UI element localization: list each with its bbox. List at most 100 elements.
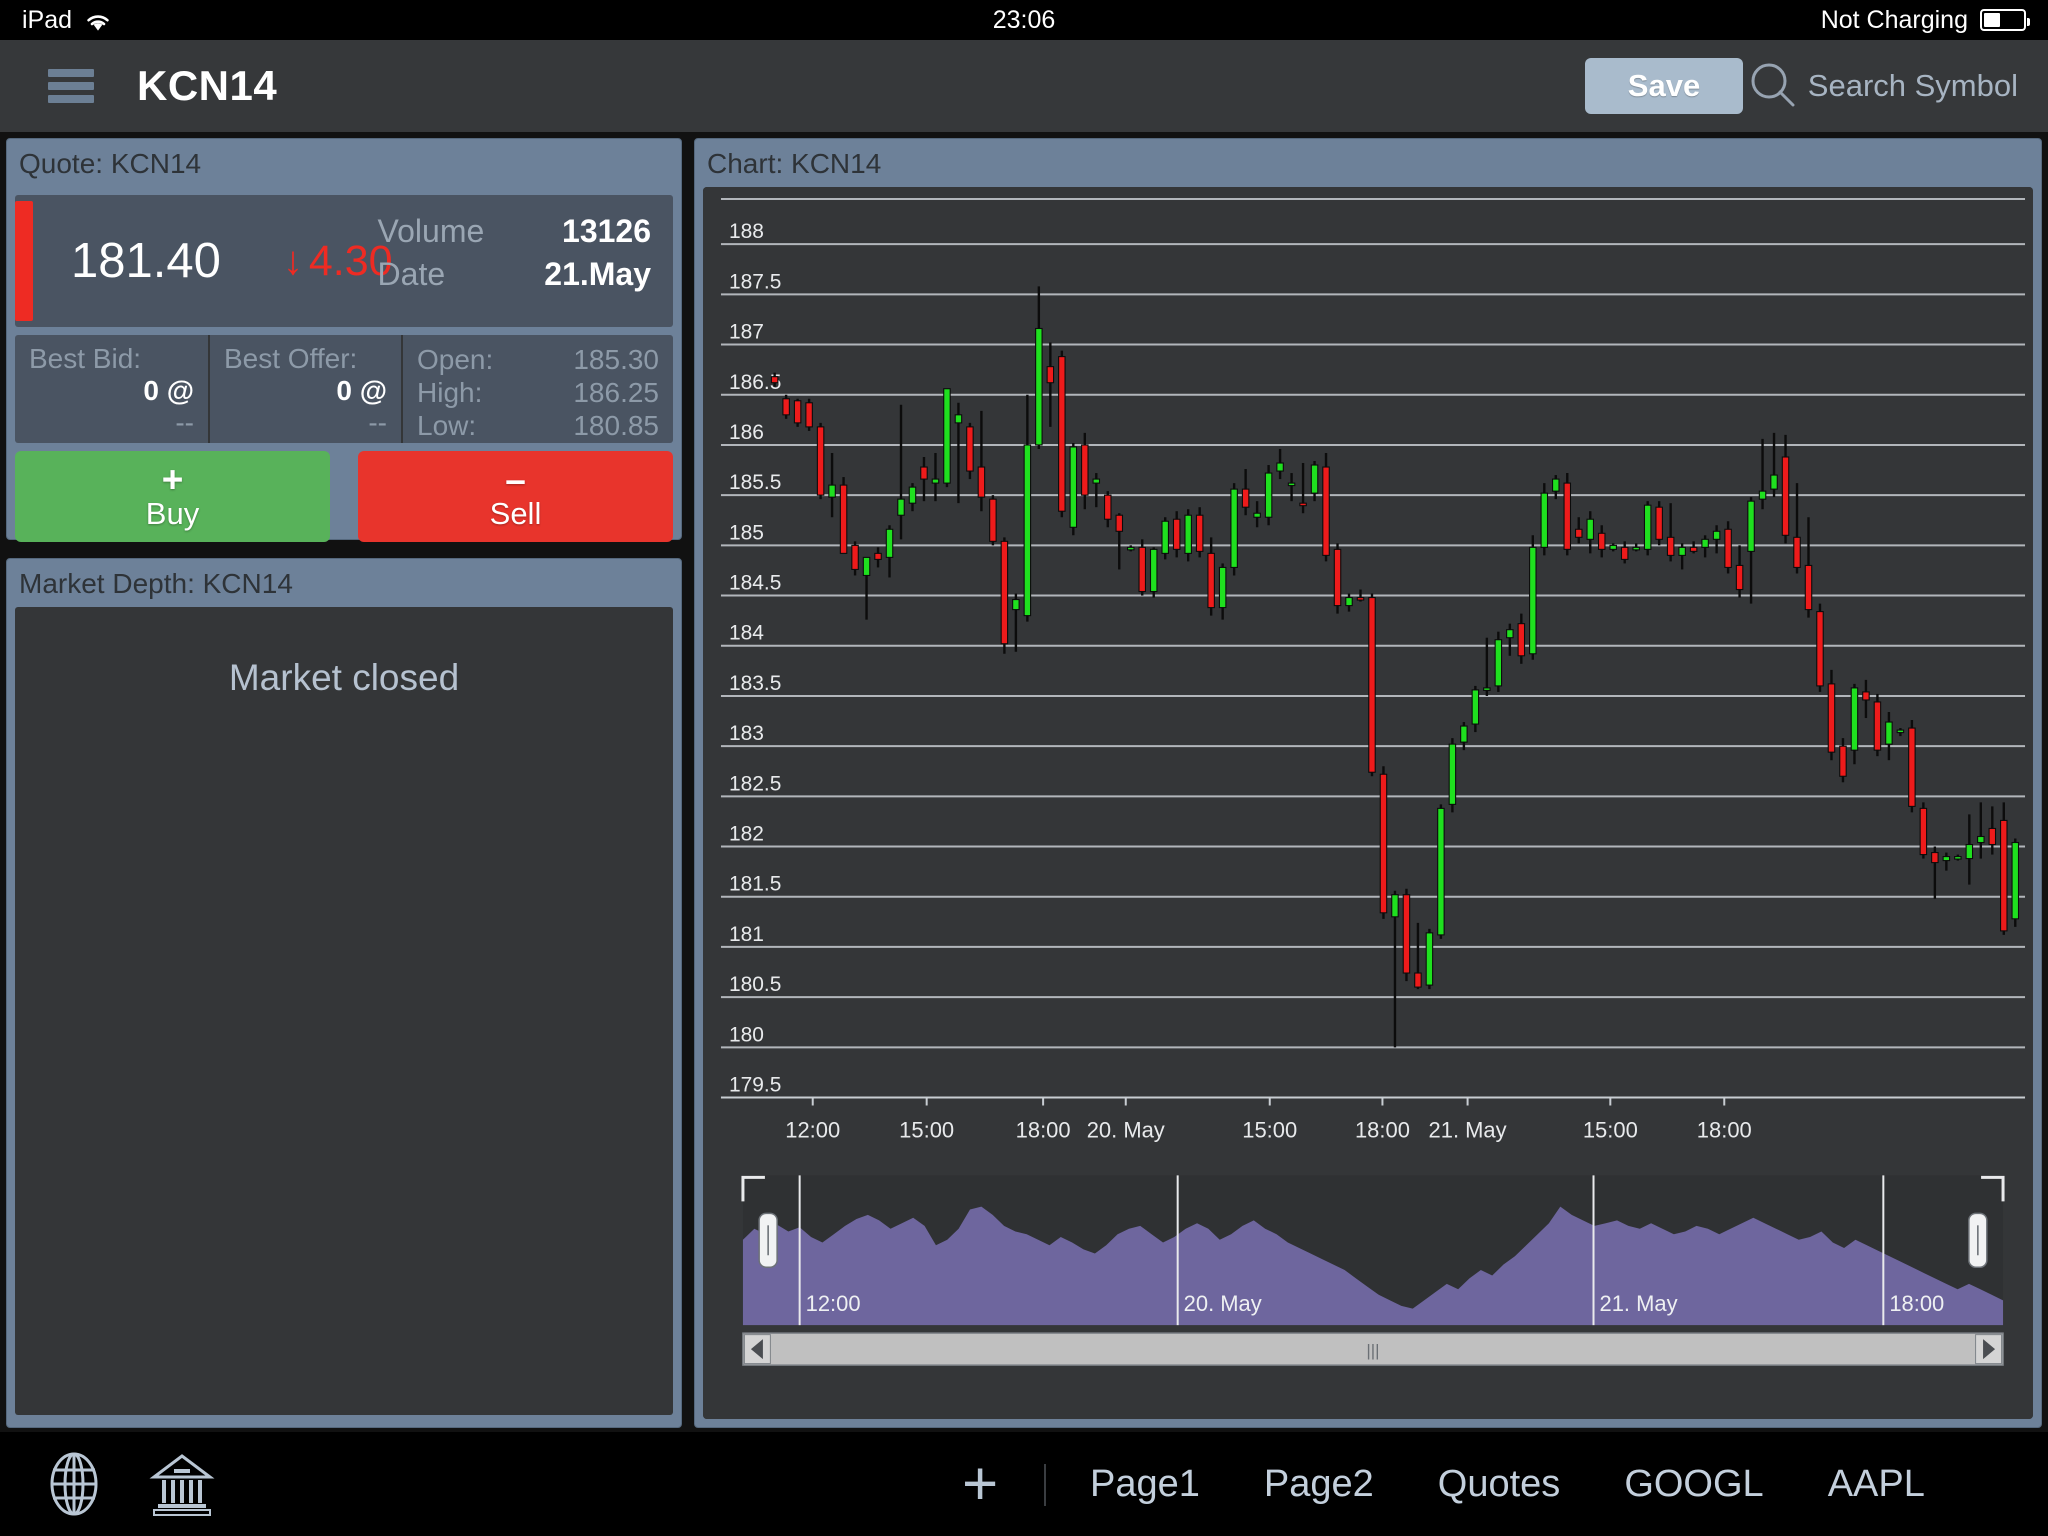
best-bid-price: -- [175,407,194,438]
candle-body [1253,512,1261,518]
candle-body [1448,743,1457,805]
best-bid-qty: 0 @ [143,375,194,406]
x-axis-tick-label: 18:00 [1697,1117,1752,1142]
market-depth-header: Market Depth: KCN14 [19,568,293,599]
candle-body [1425,932,1434,986]
search-symbol-field[interactable]: Search Symbol [1746,59,2018,113]
ohlc-cell: Open: 185.30 High: 186.25 Low: 180.85 [401,335,673,443]
candle-body [1597,532,1606,550]
power-state-label: Not Charging [1820,5,1968,34]
save-button[interactable]: Save [1585,58,1743,114]
candle-body [1632,546,1640,551]
quote-panel: Quote: KCN14 181.40 ↓ 4.30 Volume 13126 … [6,138,682,542]
search-icon [1746,59,1800,113]
candle-body [1793,536,1801,568]
candle-body [920,466,928,480]
candle-body [1138,546,1147,593]
candle-body [1977,835,1985,844]
candle-body [1540,492,1549,548]
sell-button-label: Sell [489,496,542,532]
bottom-tab-bar: + Page1 Page2 Quotes GOOGL AAPL [0,1432,2048,1536]
battery-icon [1980,9,2030,31]
y-axis-tick-label: 187 [729,321,764,344]
candle-body [1035,327,1043,446]
candle-body [862,556,871,577]
y-axis-tick-label: 184 [729,622,764,645]
tab-link-page2[interactable]: Page2 [1264,1463,1374,1506]
quote-detail-row: Best Bid: 0 @ -- Best Offer: 0 @ -- Open… [15,335,673,443]
y-axis-tick-label: 183 [729,722,764,745]
buy-button[interactable]: + Buy [15,451,330,542]
candle-body [931,478,940,484]
quote-panel-header: Quote: KCN14 [19,148,202,179]
search-input-placeholder[interactable]: Search Symbol [1808,68,2018,104]
x-axis-tick-label: 18:00 [1355,1117,1410,1142]
open-row: Open: 185.30 [417,343,659,376]
candle-body [1012,599,1020,611]
candle-body [805,402,813,428]
bank-icon[interactable] [148,1450,216,1518]
sell-button[interactable]: – Sell [358,451,673,542]
y-axis-tick-label: 182.5 [729,772,781,795]
candle-body [1873,701,1882,751]
candle-body [1666,536,1675,556]
candlestick-chart[interactable]: 188 187.5 187 186.5 186 185.5 185 184.5 184 183.5… [703,187,2033,1419]
candle-body [1207,552,1215,609]
navigator-tick-label: 18:00 [1889,1291,1944,1316]
candle-body [1264,472,1273,518]
date-label: Date [377,256,446,292]
candle-body [828,484,836,498]
plus-icon: + [161,458,184,500]
hamburger-menu-icon[interactable] [48,69,94,103]
candle-body [943,388,951,484]
candle-body [1563,482,1572,550]
candle-body [1919,807,1928,856]
candle-body [1701,538,1709,548]
x-axis-tick-label: 15:00 [1242,1117,1297,1142]
page-title: KCN14 [137,62,278,109]
tab-link-googl[interactable]: GOOGL [1624,1463,1763,1506]
candle-body [1241,488,1250,508]
price-change: ↓ 4.30 [283,237,393,286]
minus-icon: – [505,458,526,500]
globe-icon[interactable] [40,1450,108,1518]
candle-body [793,400,802,424]
candle-body [1862,691,1870,701]
candle-body [1620,546,1629,560]
candle-body [1368,597,1376,773]
tab-link-page1[interactable]: Page1 [1090,1463,1200,1506]
status-bar-right: Not Charging [1820,5,2030,35]
candle-body [989,498,997,542]
chart-panel: Chart: KCN14 188 187.5 187 186.5 186 185.5 185… [694,138,2042,1428]
tab-link-aapl[interactable]: AAPL [1828,1463,1925,1506]
candle-body [1356,597,1365,601]
candle-body [2011,841,2020,920]
candle-body [1081,444,1089,496]
chart-svg[interactable]: 188187.5187186.5186185.5185184.5184183.5… [703,187,2033,1419]
ios-status-bar: iPad 23:06 Not Charging [0,0,2048,40]
candle-body [1678,546,1686,556]
y-axis-tick-label: 180.5 [729,973,781,996]
y-axis-tick-label: 181 [729,923,764,946]
candle-body [1586,518,1595,540]
trade-buttons: + Buy – Sell [15,451,673,542]
y-axis-tick-label: 182 [729,823,764,846]
candle-body [1000,540,1009,645]
candle-body [1931,852,1939,864]
app-navbar: KCN14 Save Search Symbol [0,40,2048,132]
y-axis-tick-label: 179.5 [729,1074,781,1097]
volume-value: 13126 [562,213,651,249]
scrollbar-grip[interactable]: ||| [1366,1341,1379,1360]
candle-body [1839,745,1847,777]
tab-link-quotes[interactable]: Quotes [1438,1463,1561,1506]
add-page-button[interactable]: + [962,1453,998,1516]
high-label: High: [417,377,483,409]
y-axis-tick-label: 185.5 [729,471,781,494]
candle-body [1310,464,1319,494]
candle-body [908,486,917,504]
chart-panel-header: Chart: KCN14 [707,148,882,179]
candle-body [1965,843,1974,860]
candle-body [1115,514,1124,532]
candle-body [2000,819,2008,932]
tabbar-divider [1044,1464,1046,1506]
